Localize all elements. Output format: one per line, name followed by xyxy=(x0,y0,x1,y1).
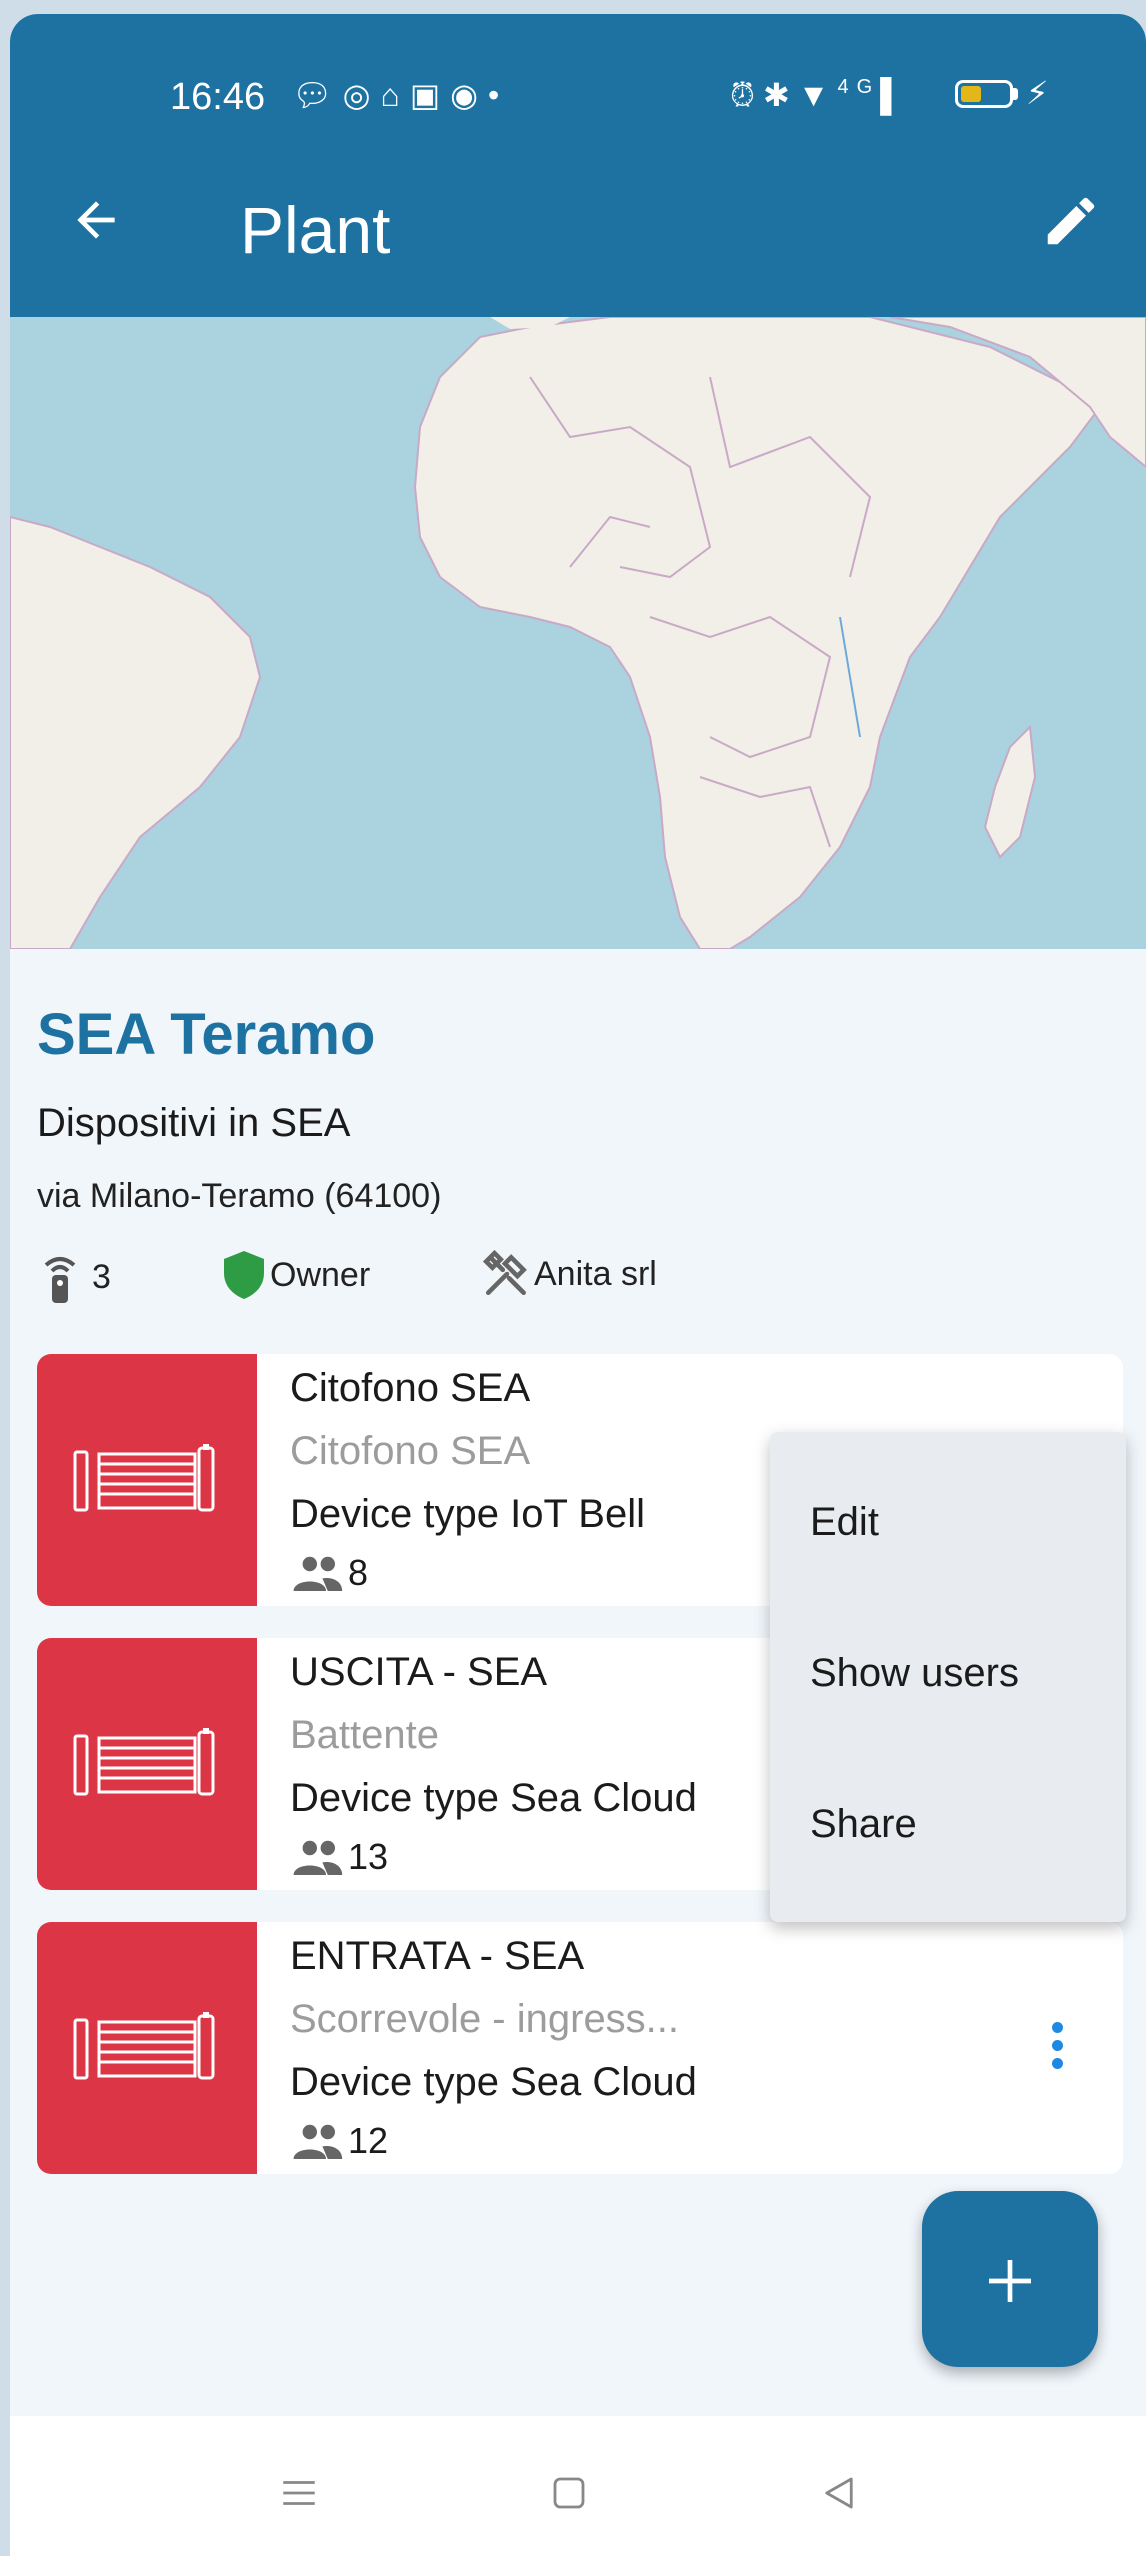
charging-icon: ⚡︎ xyxy=(1026,75,1049,111)
location-icon: ▼ xyxy=(797,77,838,113)
device-subtitle: Citofono SEA xyxy=(290,1429,531,1473)
device-card[interactable]: ENTRATA - SEA Scorrevole - ingress... De… xyxy=(37,1922,1123,2174)
plus-icon xyxy=(989,2260,1031,2302)
edit-plant-button[interactable] xyxy=(1040,190,1102,262)
device-name: USCITA - SEA xyxy=(290,1650,548,1694)
gate-icon xyxy=(73,1444,215,1512)
menu-lines-icon xyxy=(283,2481,315,2505)
map-tiles xyxy=(10,317,1146,949)
instagram-icon: ◎ xyxy=(342,77,381,113)
device-users-count: 13 xyxy=(348,1836,389,1877)
device-thumbnail xyxy=(37,1922,257,2174)
device-subtitle: Battente xyxy=(290,1713,440,1757)
back-button[interactable] xyxy=(68,192,124,259)
shield-icon xyxy=(224,1251,264,1299)
alarm-icon: ⏰︎ xyxy=(730,77,763,113)
plant-map[interactable] xyxy=(10,317,1146,949)
device-count-value: 3 xyxy=(92,1257,111,1296)
menu-item-show-users[interactable]: Show users xyxy=(810,1651,1019,1696)
context-menu: Edit Show users Share xyxy=(770,1432,1126,1922)
device-subtitle: Scorrevole - ingress... xyxy=(290,1997,680,2041)
recents-button[interactable] xyxy=(278,2472,320,2519)
remote-control-icon xyxy=(44,1257,76,1303)
battery-icon xyxy=(955,80,1013,108)
notification-icons: 💬︎◎⌂▣◉• xyxy=(292,76,509,114)
linkedin-icon: ▣ xyxy=(409,77,451,113)
installer-label: Anita srl xyxy=(534,1254,657,1293)
device-type: Device type Sea Cloud xyxy=(290,2060,697,2104)
home-button[interactable] xyxy=(548,2472,590,2519)
device-users-count: 8 xyxy=(348,1552,369,1593)
users-icon xyxy=(293,1840,343,1875)
menu-item-edit[interactable]: Edit xyxy=(810,1500,879,1545)
plant-description: Dispositivi in SEA xyxy=(37,1101,351,1145)
arrow-back-icon xyxy=(77,201,115,239)
triangle-back-icon xyxy=(825,2477,853,2509)
kebab-icon xyxy=(1051,2022,1063,2033)
device-name: Citofono SEA xyxy=(290,1366,531,1410)
device-type: Device type IoT Bell xyxy=(290,1492,645,1536)
role-label: Owner xyxy=(270,1255,371,1294)
phone-screen: 16:46 💬︎◎⌂▣◉• ⏰︎✱▼4G▌ ⚡︎ Plant SEA Teram… xyxy=(10,14,1146,2556)
device-users-count: 12 xyxy=(348,2120,389,2161)
more-options-button[interactable] xyxy=(1042,2022,1072,2082)
add-device-button[interactable] xyxy=(922,2191,1098,2367)
users-icon xyxy=(293,2124,343,2159)
signal-icon: 4G xyxy=(837,76,881,98)
menu-item-share[interactable]: Share xyxy=(810,1802,917,1847)
home-icon: ⌂ xyxy=(380,77,410,113)
tools-icon xyxy=(482,1249,527,1296)
app-bar: 16:46 💬︎◎⌂▣◉• ⏰︎✱▼4G▌ ⚡︎ Plant xyxy=(10,14,1146,317)
users-icon xyxy=(293,1556,343,1591)
profile-app-icon: ◉ xyxy=(450,77,489,113)
status-time: 16:46 xyxy=(170,76,266,118)
back-nav-button[interactable] xyxy=(818,2472,860,2519)
chat-bubble-icon: 💬︎ xyxy=(292,77,343,113)
device-type: Device type Sea Cloud xyxy=(290,1776,697,1820)
gate-icon xyxy=(73,2012,215,2080)
pencil-icon xyxy=(1047,197,1095,245)
device-thumbnail xyxy=(37,1638,257,1890)
device-users: 12 xyxy=(290,2120,388,2162)
device-name: ENTRATA - SEA xyxy=(290,1934,585,1978)
role: Owner xyxy=(222,1249,370,1301)
device-users: 13 xyxy=(290,1836,388,1878)
installer: Anita srl xyxy=(482,1249,657,1299)
plant-name: SEA Teramo xyxy=(37,1002,376,1067)
system-nav-bar xyxy=(10,2416,1146,2556)
device-count: 3 xyxy=(40,1249,111,1305)
device-users: 8 xyxy=(290,1552,368,1594)
square-icon xyxy=(553,2477,585,2509)
bluetooth-icon: ✱ xyxy=(762,77,798,113)
device-thumbnail xyxy=(37,1354,257,1606)
system-icons: ⏰︎✱▼4G▌ xyxy=(730,76,911,113)
plant-address: via Milano-Teramo (64100) xyxy=(37,1177,442,1215)
gate-icon xyxy=(73,1728,215,1796)
dot-icon: • xyxy=(488,77,510,113)
page-title: Plant xyxy=(240,193,391,267)
